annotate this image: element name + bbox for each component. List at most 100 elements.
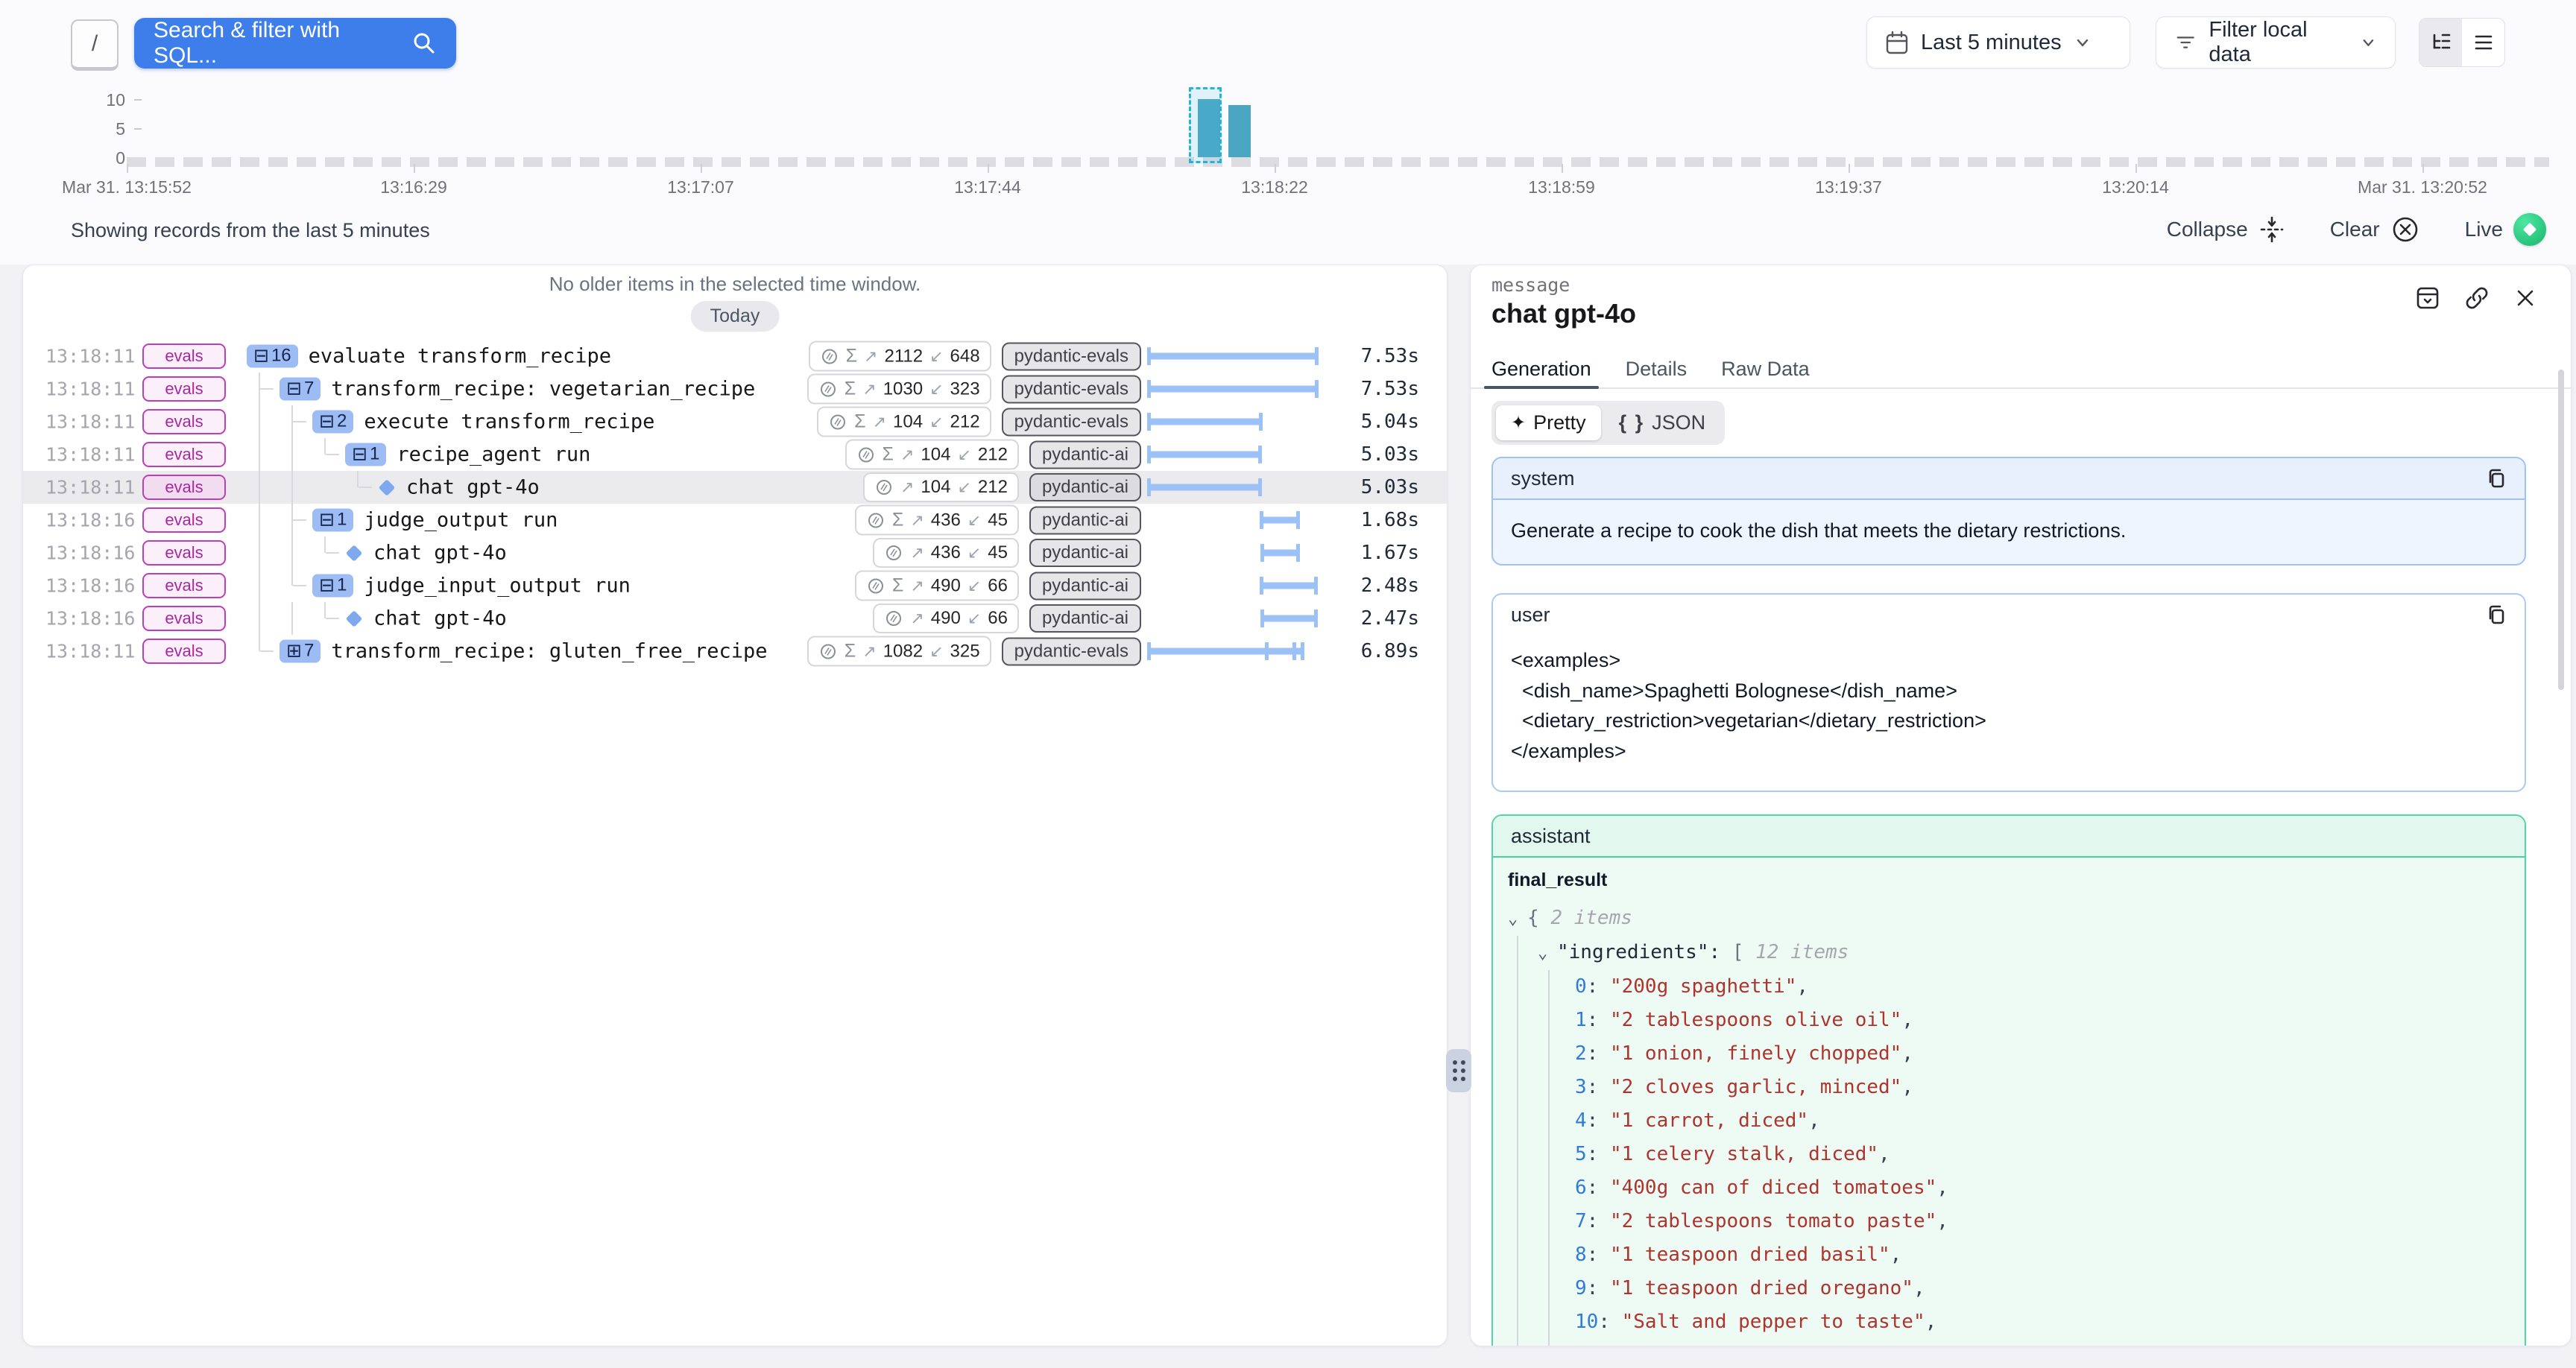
today-pill[interactable]: Today (691, 301, 780, 332)
expander-badge[interactable]: ⊟16 (247, 345, 298, 368)
duration-bar-cap (1314, 577, 1318, 595)
duration-bar-cap (1301, 642, 1304, 660)
input-tokens-arrow-icon: ↗ (864, 346, 877, 366)
duration-lane (1149, 405, 1339, 438)
sigma-icon: Σ (846, 346, 857, 367)
token-usage-badge[interactable]: ↗490↙66 (873, 604, 1019, 633)
records-histogram: 0 5 10 Mar 31. 13:15:5213:16:2913:17:071… (0, 82, 2576, 212)
token-usage-badge[interactable]: Σ↗436↙45 (855, 505, 1019, 536)
search-button[interactable]: Search & filter with SQL... (134, 18, 456, 69)
row-timestamp: 13:18:11 (45, 477, 135, 498)
token-usage-badge[interactable]: ↗104↙212 (863, 472, 1019, 502)
search-icon (411, 31, 437, 56)
framework-badge[interactable]: pydantic-evals (1002, 342, 1141, 370)
expander-badge[interactable]: ⊟2 (312, 411, 353, 434)
json-array-item: 8: "1 teaspoon dried basil", (1575, 1238, 2510, 1272)
output-tokens-arrow-icon: ↙ (967, 609, 981, 628)
span-name: chat gpt-4o (373, 542, 507, 565)
token-usage-badge[interactable]: Σ↗1030↙323 (807, 374, 991, 405)
list-view-button[interactable] (2462, 19, 2504, 66)
trace-row[interactable]: 13:18:11evals⊟1recipe_agent runΣ↗104↙212… (23, 438, 1447, 471)
expander-badge[interactable]: ⊟1 (312, 574, 353, 598)
tab-details[interactable]: Details (1626, 358, 1688, 387)
duration-bar-cap (1147, 413, 1151, 431)
x-tick-mark (701, 164, 702, 173)
tab-raw-data[interactable]: Raw Data (1721, 358, 1810, 387)
pretty-toggle-button[interactable]: ✦ Pretty (1496, 405, 1601, 440)
time-range-dropdown[interactable]: Last 5 minutes (1866, 16, 2130, 69)
output-tokens-arrow-icon: ↙ (929, 346, 943, 366)
input-tokens-arrow-icon: ↗ (862, 642, 876, 661)
duration-bar (1149, 648, 1303, 655)
child-count: 1 (337, 510, 347, 531)
token-usage-badge[interactable]: Σ↗490↙66 (855, 571, 1019, 601)
trace-row[interactable]: 13:18:11evals⊟7transform_recipe: vegetar… (23, 373, 1447, 405)
framework-badge[interactable]: pydantic-ai (1029, 571, 1141, 600)
framework-badge[interactable]: pydantic-evals (1002, 637, 1141, 665)
row-timestamp: 13:18:11 (45, 346, 135, 367)
copy-button[interactable] (2486, 468, 2507, 489)
token-usage-badge[interactable]: Σ↗104↙212 (817, 407, 991, 437)
collapse-caret-icon[interactable]: ⌄ (1508, 902, 1527, 936)
trace-row[interactable]: 13:18:11evals⊞7transform_recipe: gluten_… (23, 635, 1447, 668)
x-tick-mark (988, 164, 989, 173)
token-usage-badge[interactable]: Σ↗1082↙325 (807, 636, 991, 667)
duration-bar-mark (1265, 642, 1269, 660)
framework-badge[interactable]: pydantic-ai (1029, 506, 1141, 534)
trace-row[interactable]: 13:18:16evalschat gpt-4o↗490↙66pydantic-… (23, 602, 1447, 635)
trace-row[interactable]: 13:18:16evals⊟1judge_output runΣ↗436↙45p… (23, 504, 1447, 536)
input-tokens-arrow-icon: ↗ (910, 576, 924, 595)
app-window: / Search & filter with SQL... Last 5 min… (0, 0, 2576, 1368)
tab-generation[interactable]: Generation (1491, 358, 1591, 387)
json-toggle-button[interactable]: { } JSON (1604, 405, 1721, 440)
filter-local-data-dropdown[interactable]: Filter local data (2156, 16, 2396, 69)
framework-badge[interactable]: pydantic-ai (1029, 539, 1141, 567)
row-tag-evals: evals (142, 639, 226, 664)
clear-button[interactable]: Clear (2330, 215, 2420, 244)
collapse-button[interactable]: Collapse (2167, 216, 2285, 243)
collapse-node-icon: ⊟ (253, 346, 269, 365)
live-toggle[interactable]: Live (2465, 213, 2546, 246)
token-usage-badge[interactable]: Σ↗2112↙648 (809, 341, 991, 372)
tree-elbow-stub (260, 388, 274, 390)
tree-view-button[interactable] (2419, 19, 2462, 66)
framework-badge[interactable]: pydantic-evals (1002, 408, 1141, 436)
histogram-selection[interactable] (1189, 87, 1222, 163)
token-usage-badge[interactable]: Σ↗104↙212 (845, 440, 1019, 470)
detail-scrollbar-thumb[interactable] (2558, 370, 2564, 690)
copy-link-button[interactable] (2463, 285, 2490, 315)
json-label: JSON (1652, 411, 1705, 434)
token-usage-badge[interactable]: ↗436↙45 (873, 538, 1019, 568)
input-tokens-value: 104 (921, 444, 950, 465)
panel-resize-handle[interactable] (1446, 1049, 1471, 1092)
trace-row[interactable]: 13:18:16evalschat gpt-4o↗436↙45pydantic-… (23, 536, 1447, 569)
expander-badge[interactable]: ⊟1 (312, 509, 353, 532)
expand-node-icon: ⊞ (286, 642, 302, 660)
row-meta: Σ↗104↙212 pydantic-ai (845, 440, 1142, 470)
collapse-icon (2258, 216, 2285, 243)
input-tokens-value: 490 (931, 575, 961, 596)
histogram-bar[interactable] (1228, 105, 1251, 157)
framework-badge[interactable]: pydantic-evals (1002, 375, 1141, 403)
row-meta: ↗104↙212 pydantic-ai (863, 472, 1141, 502)
list-view-icon (2472, 31, 2495, 54)
expander-badge[interactable]: ⊞7 (280, 640, 321, 663)
close-panel-button[interactable] (2513, 285, 2538, 314)
expander-badge[interactable]: ⊟7 (280, 378, 321, 401)
input-tokens-value: 1082 (883, 641, 923, 662)
trace-row[interactable]: 13:18:11evalschat gpt-4o↗104↙212pydantic… (23, 471, 1447, 504)
expander-badge[interactable]: ⊟1 (345, 443, 386, 466)
json-array-item: 6: "400g can of diced tomatoes", (1575, 1171, 2510, 1205)
copy-button[interactable] (2486, 604, 2507, 625)
framework-badge[interactable]: pydantic-ai (1029, 604, 1141, 633)
trace-row[interactable]: 13:18:16evals⊟1judge_input_output runΣ↗4… (23, 569, 1447, 602)
collapse-caret-icon[interactable]: ⌄ (1538, 937, 1557, 970)
span-name: evaluate transform_recipe (309, 345, 611, 368)
framework-badge[interactable]: pydantic-ai (1029, 473, 1141, 501)
dock-panel-button[interactable] (2414, 285, 2441, 315)
leaf-diamond-icon (379, 479, 396, 496)
framework-badge[interactable]: pydantic-ai (1029, 440, 1141, 469)
trace-row[interactable]: 13:18:11evals⊟2execute transform_recipeΣ… (23, 405, 1447, 438)
trace-row[interactable]: 13:18:11evals⊟16evaluate transform_recip… (23, 340, 1447, 373)
duration-bar-mark (1292, 642, 1296, 660)
